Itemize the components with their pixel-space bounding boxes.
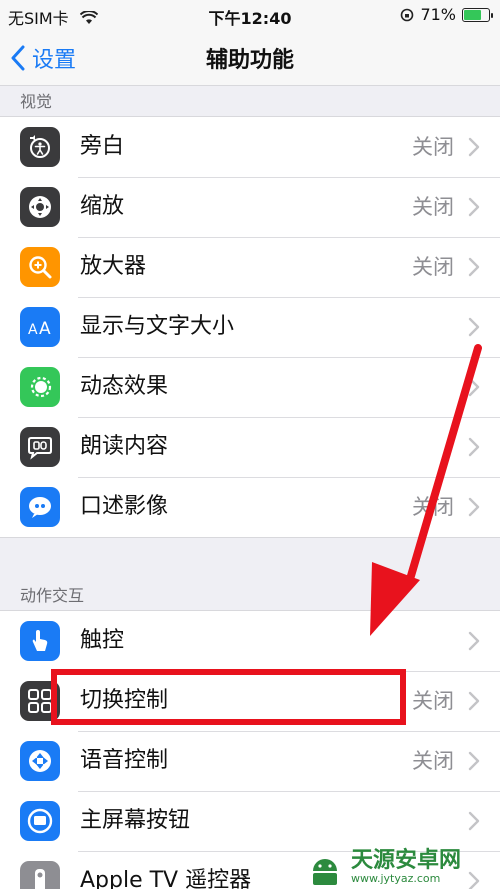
- text-size-icon: AA: [20, 307, 60, 347]
- list-item-voice-control[interactable]: 语音控制 关闭: [0, 731, 500, 791]
- magnifier-icon: [20, 247, 60, 287]
- chevron-right-icon: [468, 437, 480, 457]
- watermark-name: 天源安卓网: [351, 847, 462, 873]
- voiceover-icon: [20, 127, 60, 167]
- chevron-right-icon: [468, 377, 480, 397]
- list-item-value: 关闭: [412, 255, 454, 279]
- speech-icon: [20, 427, 60, 467]
- list-item-magnifier[interactable]: 放大器 关闭: [0, 237, 500, 297]
- watermark: 天源安卓网 www.jytyaz.com: [305, 845, 500, 889]
- battery-icon: [462, 7, 493, 22]
- list-item-touch[interactable]: 触控: [0, 611, 500, 671]
- chevron-right-icon: [468, 811, 480, 831]
- list-item-label: 旁白: [80, 134, 125, 159]
- home-button-icon: [20, 801, 60, 841]
- audio-description-icon: [20, 487, 60, 527]
- touch-icon: [20, 621, 60, 661]
- list-item-label: 主屏幕按钮: [80, 808, 191, 833]
- list-item-text-size[interactable]: A A 显示与文字大小: [0, 297, 500, 357]
- android-logo-icon: [313, 859, 337, 885]
- watermark-url: www.jytyaz.com: [351, 871, 441, 885]
- list-item-label: 缩放: [80, 194, 125, 219]
- list-item-label: 动态效果: [80, 374, 169, 399]
- motion-icon: [20, 367, 60, 407]
- list-item-label: 显示与文字大小: [80, 314, 235, 339]
- svg-text:A: A: [28, 322, 38, 338]
- section-header-interaction: 动作交互: [20, 586, 85, 605]
- page-title: 辅助功能: [205, 48, 294, 73]
- status-right: 71%: [400, 5, 493, 24]
- chevron-right-icon: [468, 691, 480, 711]
- highlight-box: [51, 669, 406, 725]
- zoom-icon: [20, 187, 60, 227]
- list-item-zoom[interactable]: 缩放 关闭: [0, 177, 500, 237]
- list-item-speech[interactable]: 朗读内容: [0, 417, 500, 477]
- list-item-value: 关闭: [412, 195, 454, 219]
- list-item-label: 触控: [80, 628, 125, 653]
- list-item-value: 关闭: [412, 135, 454, 159]
- list-item-value: 关闭: [412, 689, 454, 713]
- chevron-right-icon: [468, 317, 480, 337]
- vision-group: 旁白 关闭 缩放 关闭 放大器 关闭 A A 显示与文字大小 动态效果 朗读内容 口述影像 关闭: [0, 116, 500, 538]
- tv-remote-icon: [20, 861, 60, 889]
- list-item-voiceover[interactable]: 旁白 关闭: [0, 117, 500, 177]
- battery-level: [464, 9, 482, 20]
- chevron-right-icon: [468, 197, 480, 217]
- list-item-home-button[interactable]: 主屏幕按钮: [0, 791, 500, 851]
- chevron-right-icon: [468, 257, 480, 277]
- list-item-value: 关闭: [412, 749, 454, 773]
- chevron-right-icon: [468, 137, 480, 157]
- navigation-bar: 设置 辅助功能: [0, 30, 500, 86]
- chevron-right-icon: [468, 751, 480, 771]
- list-item-label: Apple TV 遥控器: [80, 868, 252, 889]
- list-item-label: 朗读内容: [80, 434, 169, 459]
- chevron-right-icon: [468, 631, 480, 651]
- orientation-lock-icon: [401, 8, 414, 21]
- chevron-right-icon: [468, 497, 480, 517]
- list-item-value: 关闭: [412, 495, 454, 519]
- list-item-label: 放大器: [80, 254, 147, 279]
- list-item-audio-description[interactable]: 口述影像 关闭: [0, 477, 500, 537]
- svg-text:A: A: [39, 319, 51, 339]
- status-bar: 无SIM卡 下午12:40 71%: [0, 0, 500, 30]
- list-item-label: 口述影像: [80, 494, 169, 519]
- list-item-motion[interactable]: 动态效果: [0, 357, 500, 417]
- section-header-vision: 视觉: [20, 92, 53, 111]
- battery-percent: 71%: [420, 5, 456, 24]
- voice-control-icon: [20, 741, 60, 781]
- list-item-label: 语音控制: [80, 748, 169, 773]
